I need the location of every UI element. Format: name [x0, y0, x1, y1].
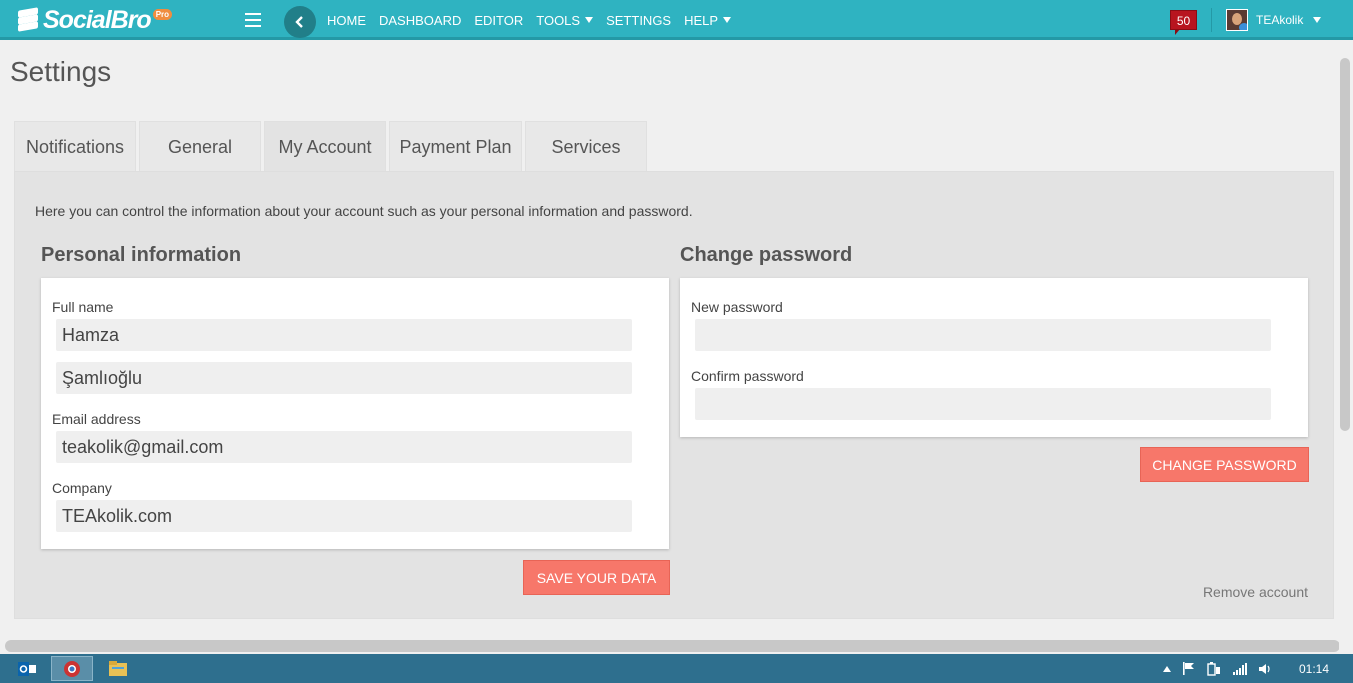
caret-down-icon [723, 17, 732, 23]
intro-text: Here you can control the information abo… [35, 203, 693, 219]
chevron-left-icon [295, 16, 303, 28]
change-password-title: Change password [680, 244, 853, 266]
file-explorer-icon[interactable] [104, 656, 132, 681]
brand-name: SocialBro [43, 5, 152, 34]
nav-tools-label: TOOLS [536, 12, 581, 28]
socialbro-logo[interactable]: SocialBro Pro [16, 5, 173, 35]
settings-tabs: Notifications General My Account Payment… [14, 121, 650, 172]
notifications-badge[interactable]: 50 [1170, 10, 1197, 35]
save-data-button[interactable]: SAVE YOUR DATA [523, 560, 670, 595]
email-label: Email address [52, 411, 141, 427]
change-password-card: New password Confirm password [680, 278, 1308, 437]
page-title: Settings [10, 56, 112, 87]
volume-icon[interactable] [1258, 663, 1273, 675]
change-password-button[interactable]: CHANGE PASSWORD [1140, 447, 1309, 482]
tab-services[interactable]: Services [525, 121, 647, 172]
last-name-input[interactable] [56, 362, 632, 394]
avatar [1226, 9, 1248, 31]
chrome-icon[interactable] [51, 656, 93, 681]
taskbar-clock[interactable]: 01:14 [1299, 662, 1329, 676]
action-center-flag-icon[interactable] [1182, 662, 1195, 675]
vertical-scrollbar-thumb[interactable] [1340, 58, 1350, 431]
system-tray: 01:14 [1162, 654, 1353, 683]
tab-notifications[interactable]: Notifications [14, 121, 136, 172]
menu-icon[interactable] [245, 13, 261, 27]
logo-layers-icon [16, 7, 40, 33]
username: TEAkolik [1256, 13, 1304, 27]
nav-tools[interactable]: TOOLS [536, 12, 594, 28]
caret-down-icon [1313, 17, 1322, 23]
new-password-input[interactable] [695, 319, 1271, 351]
nav-help-label: HELP [684, 12, 719, 28]
confirm-password-label: Confirm password [691, 368, 804, 384]
tab-payment-plan[interactable]: Payment Plan [389, 121, 522, 172]
my-account-panel: Here you can control the information abo… [14, 171, 1334, 619]
signal-icon[interactable] [1232, 662, 1247, 675]
nav-settings[interactable]: SETTINGS [606, 13, 671, 28]
nav-divider [1211, 8, 1212, 32]
personal-info-title: Personal information [41, 244, 242, 266]
tray-up-arrow-icon[interactable] [1162, 665, 1171, 672]
nav-home[interactable]: HOME [327, 13, 366, 28]
tab-label: General [167, 136, 233, 157]
personal-info-card: Full name Email address Company [41, 278, 669, 549]
first-name-input[interactable] [56, 319, 632, 351]
horizontal-scrollbar[interactable] [5, 640, 1340, 652]
battery-icon[interactable] [1207, 661, 1221, 676]
tab-label: My Account [278, 136, 372, 157]
company-label: Company [52, 480, 112, 496]
tab-label: Services [551, 136, 621, 157]
caret-down-icon [585, 17, 594, 23]
tab-label: Notifications [25, 136, 125, 157]
nav-settings-label: SETTINGS [606, 12, 672, 28]
outlook-icon[interactable] [10, 656, 44, 681]
tab-label: Payment Plan [399, 136, 512, 157]
top-nav-bar: SocialBro Pro HOME DASHBOARD EDITOR TOOL… [0, 0, 1353, 40]
pro-badge: Pro [152, 8, 173, 20]
back-button[interactable] [284, 6, 316, 38]
user-menu[interactable]: TEAkolik [1226, 8, 1322, 32]
nav-home-label: HOME [327, 12, 366, 28]
nav-editor[interactable]: EDITOR [474, 13, 523, 28]
nav-dashboard-label: DASHBOARD [379, 12, 462, 28]
company-input[interactable] [56, 500, 632, 532]
new-password-label: New password [691, 299, 783, 315]
main-nav: HOME DASHBOARD EDITOR TOOLS SETTINGS HEL… [327, 0, 744, 40]
full-name-label: Full name [52, 299, 114, 315]
nav-editor-label: EDITOR [474, 12, 524, 28]
tab-my-account[interactable]: My Account [264, 121, 386, 172]
remove-account-link[interactable]: Remove account [1203, 584, 1308, 600]
tab-general[interactable]: General [139, 121, 261, 172]
nav-help[interactable]: HELP [684, 12, 732, 28]
windows-taskbar: 01:14 [0, 654, 1353, 683]
confirm-password-input[interactable] [695, 388, 1271, 420]
nav-dashboard[interactable]: DASHBOARD [379, 13, 461, 28]
email-input[interactable] [56, 431, 632, 463]
